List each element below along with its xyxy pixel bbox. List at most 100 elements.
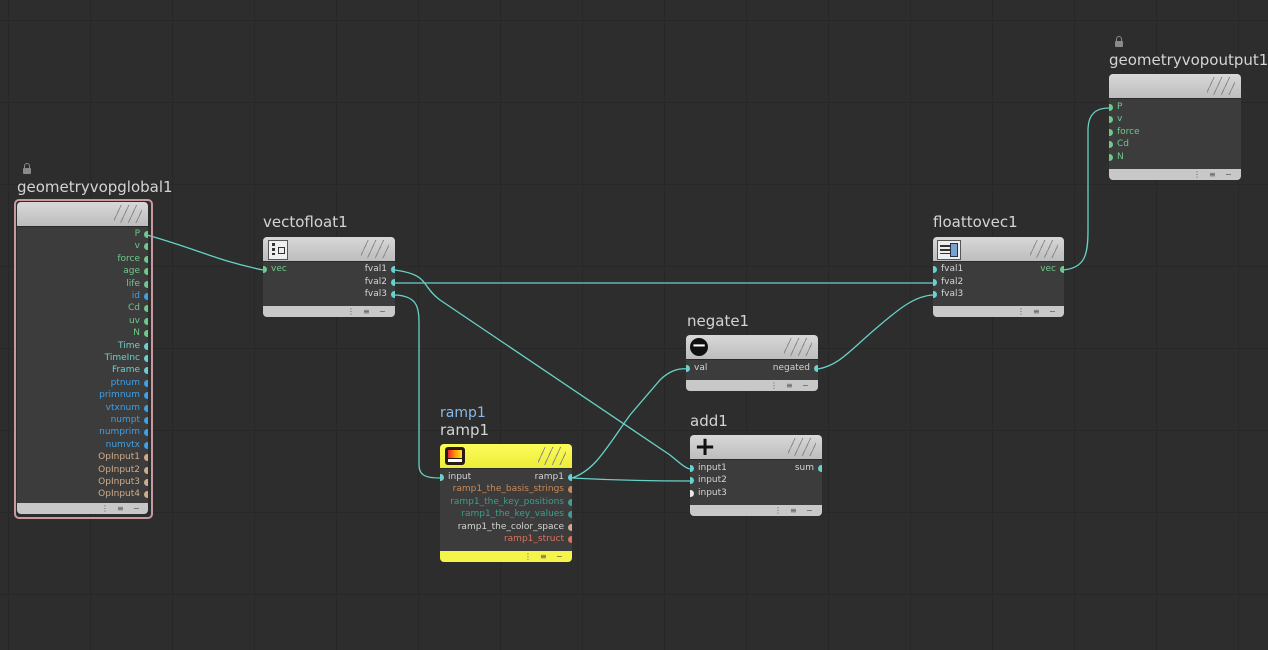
output-port-connector[interactable] <box>144 479 148 486</box>
node-header[interactable] <box>440 444 572 469</box>
output-port-connector[interactable] <box>144 305 148 313</box>
node-footer[interactable]: ⋮ ≡ − <box>1109 169 1241 180</box>
footer-menu[interactable]: ≡ <box>1209 169 1216 180</box>
node-header[interactable] <box>933 237 1064 262</box>
node-body[interactable]: input ramp1 ramp1_the_basis_strings ramp1_t… <box>440 444 572 562</box>
lock-icon[interactable] <box>23 163 31 174</box>
output-port-connector[interactable] <box>144 392 148 400</box>
output-port-connector[interactable] <box>144 268 148 276</box>
output-port-connector[interactable] <box>391 278 395 286</box>
footer-menu[interactable]: ≡ <box>117 503 124 514</box>
footer-menu[interactable]: ≡ <box>540 551 547 562</box>
footer-menu[interactable]: ≡ <box>786 380 793 391</box>
footer-drag-handle[interactable]: ⋮ <box>774 505 782 516</box>
node-footer[interactable]: ⋮ ≡ − <box>263 306 395 317</box>
footer-drag-handle[interactable]: ⋮ <box>347 306 355 317</box>
input-port-connector[interactable] <box>1109 128 1113 136</box>
footer-menu[interactable]: ≡ <box>1033 306 1040 317</box>
output-port-connector[interactable] <box>814 365 818 372</box>
output-port-connector[interactable] <box>144 243 148 251</box>
node-footer[interactable]: ⋮ ≡ − <box>17 503 148 514</box>
output-port-connector[interactable] <box>144 330 148 338</box>
input-port-connector[interactable] <box>933 291 937 298</box>
output-port-connector[interactable] <box>144 367 148 375</box>
node-header[interactable] <box>263 237 395 262</box>
input-port-connector[interactable] <box>1109 153 1113 161</box>
footer-drag-handle[interactable]: ⋮ <box>524 551 532 562</box>
node-footer[interactable]: ⋮ ≡ − <box>440 551 572 562</box>
output-port-connector[interactable] <box>1060 266 1064 273</box>
output-port-connector[interactable] <box>568 486 572 494</box>
node-body[interactable]: fval1 fval2 fval3 vec ⋮ ≡ − <box>933 237 1064 317</box>
output-port-connector[interactable] <box>144 379 148 387</box>
footer-menu[interactable]: ≡ <box>363 306 370 317</box>
output-port-connector[interactable] <box>818 465 822 472</box>
output-port-connector[interactable] <box>144 317 148 325</box>
wire-vec-to-output-P[interactable] <box>1062 107 1110 271</box>
output-port-connector[interactable] <box>144 280 148 288</box>
footer-collapse[interactable]: − <box>1225 169 1232 180</box>
node-header[interactable]: + <box>690 435 822 460</box>
output-port-connector[interactable] <box>144 417 148 424</box>
footer-menu[interactable]: ≡ <box>790 505 797 516</box>
node-footer[interactable]: ⋮ ≡ − <box>933 306 1064 317</box>
footer-drag-handle[interactable]: ⋮ <box>770 380 778 391</box>
footer-collapse[interactable]: − <box>133 503 140 514</box>
output-port-connector[interactable] <box>144 231 148 238</box>
input-port-connector[interactable] <box>1109 104 1113 111</box>
node-body[interactable]: Pv force age life id Cd uv N Time TimeInc Frame ptn… <box>17 202 148 514</box>
input-port-connector[interactable] <box>933 266 937 273</box>
node-body[interactable]: + input1 input2 input3 sum ⋮ ≡ − <box>690 435 822 516</box>
output-port-connector[interactable] <box>144 355 148 362</box>
wire-fval1-to-add-input1[interactable] <box>394 269 691 470</box>
output-port-connector[interactable] <box>568 498 572 506</box>
footer-collapse[interactable]: − <box>806 505 813 516</box>
output-port-connector[interactable] <box>144 441 148 449</box>
footer-collapse[interactable]: − <box>379 306 386 317</box>
lock-icon[interactable] <box>1115 36 1123 47</box>
wire-negated-to-fval3[interactable] <box>817 294 934 370</box>
input-port-connector[interactable] <box>690 477 694 485</box>
output-port-connector[interactable] <box>144 491 148 499</box>
node-footer[interactable]: ⋮ ≡ − <box>686 380 818 391</box>
output-port-connector[interactable] <box>568 474 572 481</box>
output-port-connector[interactable] <box>144 429 148 437</box>
wire-P-to-vec[interactable] <box>146 234 264 271</box>
input-port-connector[interactable] <box>440 474 444 481</box>
output-port-connector[interactable] <box>568 523 572 531</box>
footer-collapse[interactable]: − <box>802 380 809 391</box>
footer-drag-handle[interactable]: ⋮ <box>1193 169 1201 180</box>
footer-collapse[interactable]: − <box>1049 306 1056 317</box>
wire-ramp-to-negate-val[interactable] <box>571 368 688 479</box>
output-port-connector[interactable] <box>144 293 148 300</box>
output-port-connector[interactable] <box>568 511 572 519</box>
output-port-connector[interactable] <box>144 255 148 263</box>
input-port-connector[interactable] <box>933 278 937 286</box>
output-port-connector[interactable] <box>144 404 148 412</box>
output-port-connector[interactable] <box>144 466 148 474</box>
node-header[interactable] <box>17 202 148 227</box>
input-port-connector[interactable] <box>690 465 694 472</box>
wire-fval3-to-ramp-input[interactable] <box>394 294 441 479</box>
node-body[interactable]: vec fval1 fval2 fval3 ⋮ ≡ − <box>263 237 395 317</box>
node-header[interactable]: − <box>686 335 818 360</box>
footer-drag-handle[interactable]: ⋮ <box>101 503 109 514</box>
input-port-connector[interactable] <box>1109 116 1113 124</box>
footer-drag-handle[interactable]: ⋮ <box>1017 306 1025 317</box>
node-footer[interactable]: ⋮ ≡ − <box>690 505 822 516</box>
input-port-connector[interactable] <box>690 489 694 497</box>
input-port-connector[interactable] <box>1109 141 1113 149</box>
node-body[interactable]: − val negated ⋮ ≡ − <box>686 335 818 391</box>
input-port-connector[interactable] <box>263 266 267 273</box>
output-port-connector[interactable] <box>568 536 572 543</box>
node-title: ramp1 <box>440 421 490 439</box>
input-port-connector[interactable] <box>686 365 690 372</box>
footer-collapse[interactable]: − <box>556 551 563 562</box>
output-port-connector[interactable] <box>391 266 395 273</box>
node-header[interactable] <box>1109 74 1241 99</box>
output-port-connector[interactable] <box>144 342 148 350</box>
node-body[interactable]: Pv force Cd N ⋮ ≡ − <box>1109 74 1241 180</box>
output-port-connector[interactable] <box>391 291 395 298</box>
wire-ramp-to-add-input2[interactable] <box>571 477 691 482</box>
output-port-connector[interactable] <box>144 454 148 462</box>
